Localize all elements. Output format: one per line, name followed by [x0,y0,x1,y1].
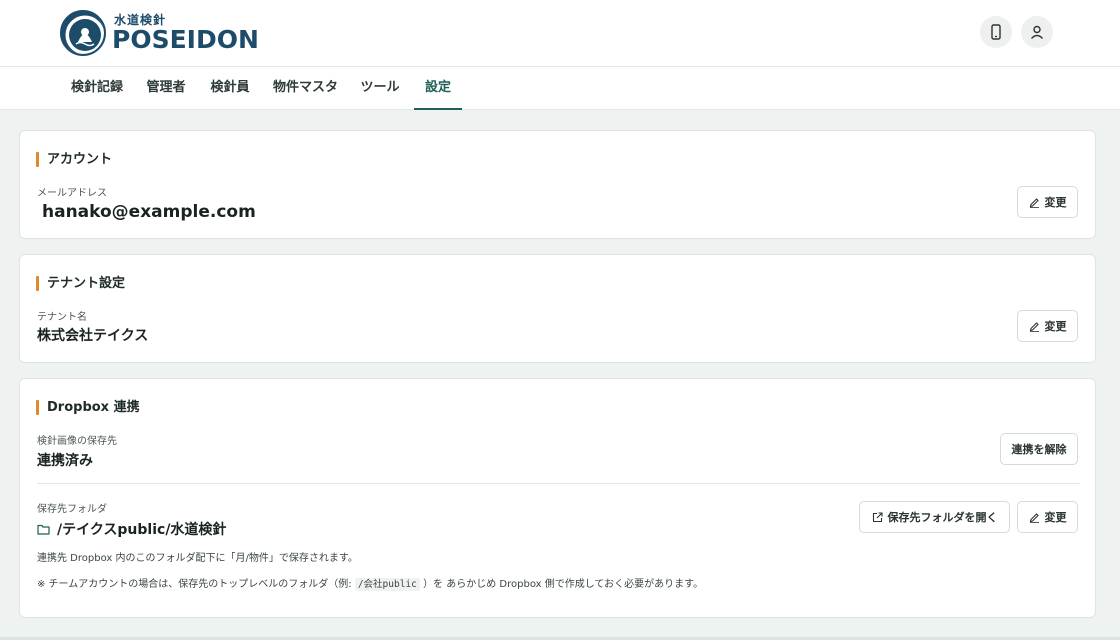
poseidon-emblem-icon [60,10,106,56]
change-tenant-button-label: 変更 [1044,320,1067,333]
tab-property-master[interactable]: 物件マスタ [269,67,342,110]
team-account-note-prefix: ※ チームアカウントの場合は、保存先のトップレベルのフォルダ（例: [37,579,352,590]
tab-settings[interactable]: 設定 [414,67,462,110]
smartphone-icon [991,24,1001,40]
change-folder-button[interactable]: 変更 [1017,501,1078,533]
team-account-note-suffix: ）を あらかじめ Dropbox 側で作成しておく必要があります。 [423,579,704,590]
dropbox-link-status: 連携済み [37,453,93,469]
account-section-title: アカウント [36,152,112,167]
change-tenant-button[interactable]: 変更 [1017,310,1078,342]
team-account-note: ※ チームアカウントの場合は、保存先のトップレベルのフォルダ（例: /会社pub… [37,575,704,591]
account-card: アカウント メールアドレス hanako@example.com 変更 [19,130,1096,239]
dropbox-destination-label: 検針画像の保存先 [37,436,117,447]
pencil-icon [1029,197,1039,208]
folder-path-value: /テイクスpublic/水道検針 [57,522,227,538]
tenant-name-value: 株式会社テイクス [37,328,149,344]
tab-administrators[interactable]: 管理者 [141,67,191,110]
email-value: hanako@example.com [42,202,256,222]
app-header: 水道検針 POSEIDON [0,0,1120,67]
mobile-view-button[interactable] [980,16,1012,48]
email-label: メールアドレス [37,188,107,199]
external-link-icon [872,511,883,522]
main-nav-tabs: 検針記録 管理者 検針員 物件マスタ ツール 設定 [0,67,1120,110]
unlink-dropbox-button-label: 連携を解除 [1011,443,1067,456]
open-folder-button-label: 保存先フォルダを開く [887,511,998,524]
folder-save-note: 連携先 Dropbox 内のこのフォルダ配下に「月/物件」で保存されます。 [37,553,358,564]
folder-path: /テイクスpublic/水道検針 [37,519,226,539]
user-icon [1030,25,1044,39]
tab-meter-records[interactable]: 検針記録 [66,67,128,110]
folder-label: 保存先フォルダ [37,504,107,515]
change-email-button[interactable]: 変更 [1017,186,1078,218]
logo-title: POSEIDON [112,25,259,54]
user-menu-button[interactable] [1021,16,1053,48]
folder-icon [37,524,50,535]
open-folder-button[interactable]: 保存先フォルダを開く [859,501,1010,533]
tenant-name-label: テナント名 [37,312,87,323]
poseidon-logo[interactable]: 水道検針 POSEIDON [60,8,259,58]
tab-meter-readers[interactable]: 検針員 [204,67,256,110]
section-divider [37,483,1080,484]
dropbox-card: Dropbox 連携 検針画像の保存先 連携済み 連携を解除 保存先フォルダ /… [19,378,1096,618]
tenant-section-title: テナント設定 [36,276,125,291]
tenant-card: テナント設定 テナント名 株式会社テイクス 変更 [19,254,1096,363]
dropbox-section-title: Dropbox 連携 [36,400,140,415]
example-folder-code: /会社public [354,578,420,591]
pencil-icon [1029,321,1039,332]
unlink-dropbox-button[interactable]: 連携を解除 [1000,433,1078,465]
tab-tools[interactable]: ツール [355,67,405,110]
change-folder-button-label: 変更 [1044,511,1067,524]
pencil-icon [1029,512,1039,523]
change-email-button-label: 変更 [1044,196,1067,209]
